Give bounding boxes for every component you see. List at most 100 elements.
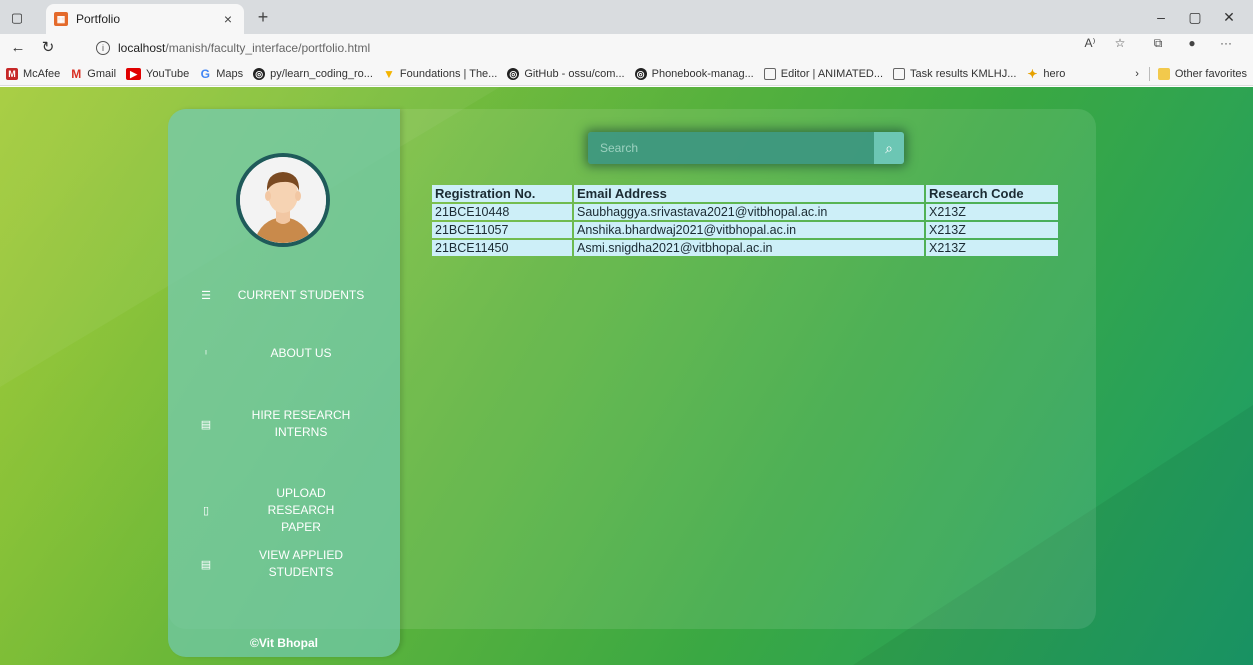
research-code-cell: X213Z [926,204,1058,220]
maps-icon: G [200,66,210,81]
other-favorites[interactable]: › Other favorites [1135,62,1247,85]
nav-current-students[interactable]: ☰ CURRENT STUDENTS [198,287,388,304]
bookmark-label: GitHub - ossu/com... [524,67,625,80]
email-cell: Asmi.snigdha2021@vitbhopal.ac.in [574,240,924,256]
tab-close-icon[interactable]: × [220,11,236,27]
nav-upload-research-paper[interactable]: ▯ UPLOAD RESEARCH PAPER [198,485,388,536]
read-aloud-icon[interactable]: A⁾ [1080,34,1100,52]
email-cell: Saubhaggya.srivastava2021@vitbhopal.ac.i… [574,204,924,220]
table-row: 21BCE11450 Asmi.snigdha2021@vitbhopal.ac… [432,240,1058,256]
refresh-icon[interactable]: ↻ [38,38,58,58]
favorites-star-icon[interactable]: ☆ [1110,34,1130,52]
new-tab-button[interactable]: + [252,8,274,28]
bookmark-label: Gmail [87,67,117,80]
research-code-cell: X213Z [926,240,1058,256]
chevron-right-icon[interactable]: › [1135,68,1139,80]
portfolio-favicon-icon: ▦ [54,12,68,26]
registration-cell: 21BCE10448 [432,204,572,220]
bookmark-label: Phonebook-manag... [651,67,754,80]
foundations-icon: ▼ [382,66,395,81]
bookmark-label: Maps [216,67,244,80]
browser-tab[interactable]: ▦ Portfolio × [46,4,244,34]
email-cell: Anshika.bhardwaj2021@vitbhopal.ac.in [574,222,924,238]
minimize-icon[interactable]: – [1147,6,1175,28]
back-icon[interactable]: ← [8,38,28,58]
tab-actions-icon[interactable]: ▢ [6,7,28,29]
bookmark-mcafee[interactable]: M McAfee [6,67,61,80]
registration-cell: 21BCE11450 [432,240,572,256]
bookmark-gmail[interactable]: M Gmail [70,68,116,80]
person-avatar-icon [240,157,326,243]
bookmark-label: py/learn_coding_ro... [270,67,373,80]
gmail-icon: M [71,66,82,81]
page-background: ☰ CURRENT STUDENTS ᶦ ABOUT US ▤ HIRE RES… [0,87,1253,665]
bookmark-label: hero [1043,67,1066,80]
other-favorites-label: Other favorites [1174,68,1247,80]
url-field[interactable]: i localhost/manish/faculty_interface/por… [90,37,1090,59]
bookmark-maps[interactable]: G Maps [199,66,244,81]
sidebar-footer: ©Vit Bhopal [250,636,318,650]
bookmark-editor[interactable]: Editor | ANIMATED... [763,67,884,80]
github-icon: ◎ [634,67,647,80]
bookmark-hero[interactable]: ✦ hero [1026,68,1065,80]
sidebar: ☰ CURRENT STUDENTS ᶦ ABOUT US ▤ HIRE RES… [168,109,400,657]
divider [1148,67,1150,81]
bookmarks-bar: M McAfee M Gmail ▶ YouTube G Maps ◎ py/learn_… [0,62,1253,86]
nav-label: UPLOAD RESEARCH PAPER [267,486,335,534]
folder-icon [1157,68,1170,80]
browser-tab-bar: ▢ ▦ Portfolio × + – ▢ ✕ [0,0,1253,34]
bookmark-label: Foundations | The... [399,67,498,80]
upload-icon: ▯ [202,505,210,517]
youtube-icon: ▶ [126,67,142,80]
table-row: 21BCE11057 Anshika.bhardwaj2021@vitbhopa… [432,222,1058,238]
search-button[interactable]: ⌕ [874,132,904,164]
collections-icon[interactable]: ⧉ [1148,34,1168,52]
info-icon: ᶦ [205,347,207,360]
research-code-cell: X213Z [926,222,1058,238]
page-icon [763,67,776,80]
nav-label: VIEW APPLIED STUDENTS [258,548,344,579]
site-info-icon[interactable]: i [96,41,110,55]
bookmark-label: McAfee [23,67,61,80]
bookmark-label: Task results KMLHJ... [910,67,1017,80]
avatar [236,153,330,247]
nav-about-us[interactable]: ᶦ ABOUT US [198,345,388,362]
url-host: localhost [118,41,166,55]
bookmark-learn-coding[interactable]: ◎ py/learn_coding_ro... [253,67,373,80]
nav-label: ABOUT US [270,346,332,360]
page-icon [893,67,906,80]
close-window-icon[interactable]: ✕ [1215,6,1243,28]
restore-icon[interactable]: ▢ [1181,6,1209,28]
nav-label: HIRE RESEARCH INTERNS [251,408,351,439]
id-card-icon: ▤ [200,558,212,571]
profile-avatar-icon[interactable]: ● [1182,34,1202,52]
url-path: /manish/faculty_interface/portfolio.html [165,41,371,55]
column-header-registration: Registration No. [432,185,572,202]
search-input[interactable] [588,132,874,164]
search-icon: ⌕ [885,140,893,156]
mcafee-icon: M [6,67,18,80]
more-options-icon[interactable]: ··· [1216,34,1236,52]
column-header-email: Email Address [574,185,924,202]
bookmark-phonebook[interactable]: ◎ Phonebook-manag... [634,67,754,80]
bookmark-github-ossu[interactable]: ◎ GitHub - ossu/com... [507,67,625,80]
nav-hire-research-interns[interactable]: ▤ HIRE RESEARCH INTERNS [198,407,388,441]
url-text: localhost/manish/faculty_interface/portf… [118,41,370,55]
bookmark-label: Editor | ANIMATED... [780,67,884,80]
tab-title: Portfolio [76,12,121,26]
github-icon: ◎ [507,67,520,80]
address-bar: ← ↻ i localhost/manish/faculty_interface… [0,34,1253,62]
nav-view-applied-students[interactable]: ▤ VIEW APPLIED STUDENTS [198,547,388,581]
table-header-row: Registration No. Email Address Research … [432,185,1058,202]
students-table: Registration No. Email Address Research … [430,183,1060,258]
github-icon: ◎ [253,67,266,80]
bookmark-youtube[interactable]: ▶ YouTube [126,67,190,80]
search-box: ⌕ [588,132,904,164]
bookmark-task-results[interactable]: Task results KMLHJ... [893,67,1017,80]
list-icon: ☰ [201,290,211,302]
bookmark-label: YouTube [146,67,190,80]
hero-icon: ✦ [1027,66,1038,81]
registration-cell: 21BCE11057 [432,222,572,238]
nav-label: CURRENT STUDENTS [237,288,365,302]
bookmark-foundations[interactable]: ▼ Foundations | The... [383,68,497,80]
